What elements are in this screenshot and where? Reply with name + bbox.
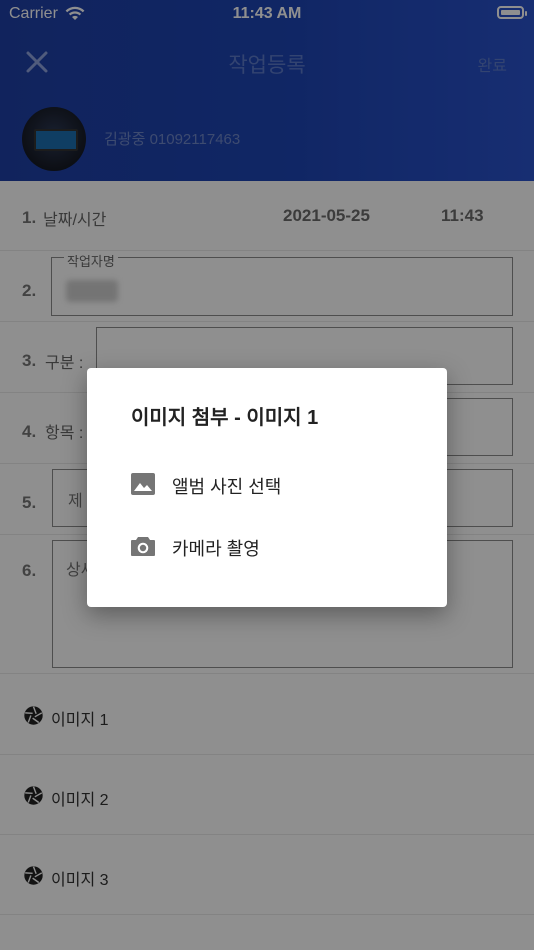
camera-capture-label: 카메라 촬영 bbox=[172, 539, 260, 559]
camera-capture-option[interactable]: 카메라 촬영 bbox=[87, 522, 447, 570]
album-select-option[interactable]: 앨범 사진 선택 bbox=[87, 460, 447, 508]
dialog-title: 이미지 첨부 - 이미지 1 bbox=[131, 407, 319, 429]
image-icon bbox=[131, 473, 155, 495]
image-attach-dialog: 이미지 첨부 - 이미지 1 앨범 사진 선택 카메라 촬영 bbox=[87, 368, 447, 607]
camera-icon bbox=[131, 537, 155, 556]
album-select-label: 앨범 사진 선택 bbox=[172, 477, 282, 497]
